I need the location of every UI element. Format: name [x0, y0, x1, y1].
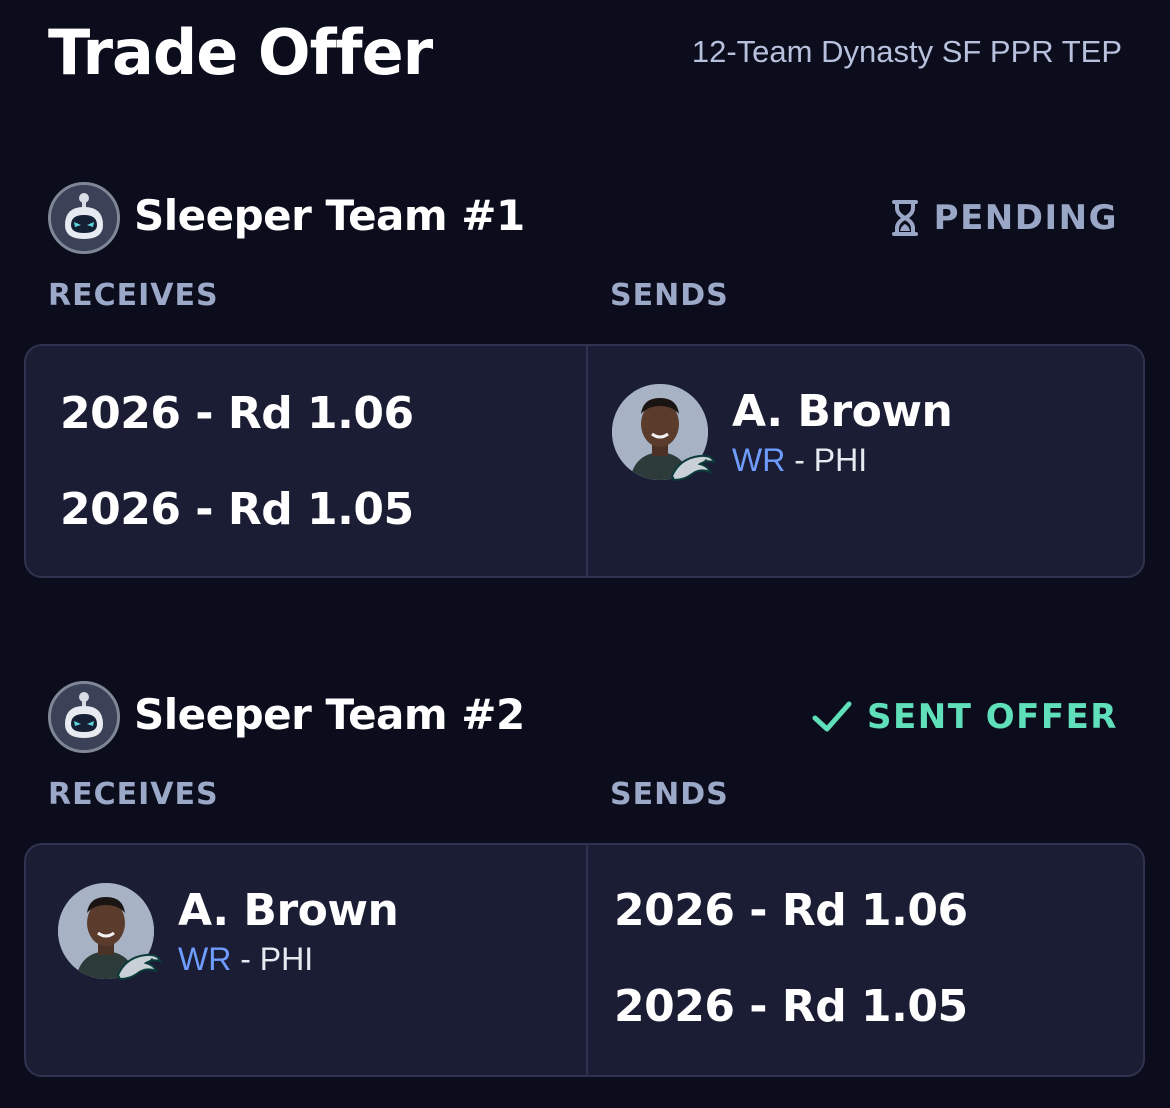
- eagles-logo-icon: [670, 454, 716, 482]
- player-meta: WR - PHI: [178, 939, 313, 979]
- team-avatar: [48, 681, 120, 753]
- receives-label: RECEIVES: [48, 777, 219, 812]
- league-name: 12-Team Dynasty SF PPR TEP: [691, 34, 1122, 69]
- team-name: Sleeper Team #2: [134, 690, 525, 739]
- page-title: Trade Offer: [48, 16, 433, 89]
- trade-card: 2026 - Rd 1.06 2026 - Rd 1.05 A. Brown W…: [24, 344, 1145, 578]
- hourglass-icon: [891, 200, 918, 236]
- team-avatar: [48, 182, 120, 254]
- sleeper-logo-icon: [51, 684, 117, 750]
- player-name: A. Brown: [178, 885, 399, 936]
- team-section-2: Sleeper Team #2 SENT OFFER RECEIVES SEND…: [0, 677, 1170, 1081]
- trade-card: A. Brown WR - PHI 2026 - Rd 1.06 2026 - …: [24, 843, 1145, 1077]
- player-card[interactable]: A. Brown WR - PHI: [58, 883, 478, 993]
- player-meta: WR - PHI: [732, 440, 867, 480]
- header: Trade Offer 12-Team Dynasty SF PPR TEP: [48, 18, 1122, 88]
- player-team: PHI: [259, 941, 314, 977]
- status-badge: SENT OFFER: [811, 695, 1118, 739]
- player-position: WR: [178, 941, 232, 977]
- receives-label: RECEIVES: [48, 278, 219, 313]
- card-divider: [586, 845, 588, 1075]
- status-badge: PENDING: [890, 196, 1118, 240]
- meta-separator: -: [785, 442, 814, 478]
- check-icon: [812, 701, 852, 732]
- player-name: A. Brown: [732, 386, 953, 437]
- draft-pick[interactable]: 2026 - Rd 1.06: [614, 885, 968, 937]
- team-section-1: Sleeper Team #1 PENDING RECEIVES SENDS 2…: [0, 178, 1170, 582]
- draft-pick[interactable]: 2026 - Rd 1.06: [60, 388, 414, 440]
- player-team: PHI: [813, 442, 868, 478]
- team-header[interactable]: Sleeper Team #2 SENT OFFER: [48, 677, 1122, 753]
- player-position: WR: [732, 442, 786, 478]
- card-divider: [586, 346, 588, 576]
- team-name: Sleeper Team #1: [134, 191, 525, 240]
- player-card[interactable]: A. Brown WR - PHI: [612, 384, 1032, 494]
- sends-label: SENDS: [610, 278, 729, 313]
- draft-pick[interactable]: 2026 - Rd 1.05: [60, 484, 414, 536]
- meta-separator: -: [231, 941, 260, 977]
- draft-pick[interactable]: 2026 - Rd 1.05: [614, 981, 968, 1033]
- sends-label: SENDS: [610, 777, 729, 812]
- status-text: SENT OFFER: [867, 697, 1118, 737]
- status-text: PENDING: [933, 198, 1118, 238]
- sleeper-logo-icon: [51, 185, 117, 251]
- team-header[interactable]: Sleeper Team #1 PENDING: [48, 178, 1122, 254]
- eagles-logo-icon: [116, 953, 162, 981]
